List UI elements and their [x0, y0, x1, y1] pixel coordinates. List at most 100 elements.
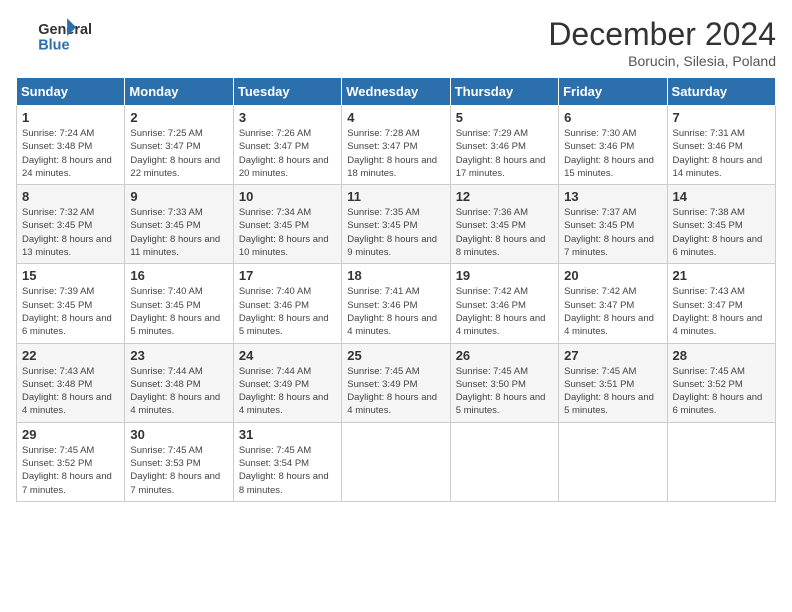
day-number: 7 [673, 110, 770, 125]
day-info: Sunrise: 7:26 AM Sunset: 3:47 PM Dayligh… [239, 127, 336, 180]
day-number: 2 [130, 110, 227, 125]
day-cell-31: 31 Sunrise: 7:45 AM Sunset: 3:54 PM Dayl… [233, 422, 341, 501]
day-info: Sunrise: 7:33 AM Sunset: 3:45 PM Dayligh… [130, 206, 227, 259]
day-info: Sunrise: 7:36 AM Sunset: 3:45 PM Dayligh… [456, 206, 553, 259]
calendar-week-2: 8 Sunrise: 7:32 AM Sunset: 3:45 PM Dayli… [17, 185, 776, 264]
day-cell-4: 4 Sunrise: 7:28 AM Sunset: 3:47 PM Dayli… [342, 106, 450, 185]
day-number: 28 [673, 348, 770, 363]
svg-text:Blue: Blue [38, 37, 69, 53]
day-cell-26: 26 Sunrise: 7:45 AM Sunset: 3:50 PM Dayl… [450, 343, 558, 422]
day-info: Sunrise: 7:44 AM Sunset: 3:49 PM Dayligh… [239, 365, 336, 418]
day-cell-14: 14 Sunrise: 7:38 AM Sunset: 3:45 PM Dayl… [667, 185, 775, 264]
weekday-header-row: Sunday Monday Tuesday Wednesday Thursday… [17, 78, 776, 106]
day-number: 15 [22, 268, 119, 283]
day-cell-18: 18 Sunrise: 7:41 AM Sunset: 3:46 PM Dayl… [342, 264, 450, 343]
day-info: Sunrise: 7:25 AM Sunset: 3:47 PM Dayligh… [130, 127, 227, 180]
header-friday: Friday [559, 78, 667, 106]
day-cell-11: 11 Sunrise: 7:35 AM Sunset: 3:45 PM Dayl… [342, 185, 450, 264]
day-info: Sunrise: 7:42 AM Sunset: 3:46 PM Dayligh… [456, 285, 553, 338]
day-number: 4 [347, 110, 444, 125]
day-number: 21 [673, 268, 770, 283]
day-number: 8 [22, 189, 119, 204]
day-info: Sunrise: 7:28 AM Sunset: 3:47 PM Dayligh… [347, 127, 444, 180]
day-cell-16: 16 Sunrise: 7:40 AM Sunset: 3:45 PM Dayl… [125, 264, 233, 343]
day-number: 23 [130, 348, 227, 363]
day-cell-24: 24 Sunrise: 7:44 AM Sunset: 3:49 PM Dayl… [233, 343, 341, 422]
calendar-week-4: 22 Sunrise: 7:43 AM Sunset: 3:48 PM Dayl… [17, 343, 776, 422]
day-info: Sunrise: 7:43 AM Sunset: 3:47 PM Dayligh… [673, 285, 770, 338]
day-cell-21: 21 Sunrise: 7:43 AM Sunset: 3:47 PM Dayl… [667, 264, 775, 343]
day-info: Sunrise: 7:43 AM Sunset: 3:48 PM Dayligh… [22, 365, 119, 418]
day-cell-10: 10 Sunrise: 7:34 AM Sunset: 3:45 PM Dayl… [233, 185, 341, 264]
day-info: Sunrise: 7:41 AM Sunset: 3:46 PM Dayligh… [347, 285, 444, 338]
day-cell-19: 19 Sunrise: 7:42 AM Sunset: 3:46 PM Dayl… [450, 264, 558, 343]
day-cell-20: 20 Sunrise: 7:42 AM Sunset: 3:47 PM Dayl… [559, 264, 667, 343]
empty-cell [667, 422, 775, 501]
day-cell-7: 7 Sunrise: 7:31 AM Sunset: 3:46 PM Dayli… [667, 106, 775, 185]
day-cell-27: 27 Sunrise: 7:45 AM Sunset: 3:51 PM Dayl… [559, 343, 667, 422]
day-info: Sunrise: 7:45 AM Sunset: 3:53 PM Dayligh… [130, 444, 227, 497]
day-cell-29: 29 Sunrise: 7:45 AM Sunset: 3:52 PM Dayl… [17, 422, 125, 501]
month-title: December 2024 [548, 16, 776, 53]
day-cell-5: 5 Sunrise: 7:29 AM Sunset: 3:46 PM Dayli… [450, 106, 558, 185]
day-number: 11 [347, 189, 444, 204]
day-info: Sunrise: 7:35 AM Sunset: 3:45 PM Dayligh… [347, 206, 444, 259]
header-saturday: Saturday [667, 78, 775, 106]
day-number: 6 [564, 110, 661, 125]
day-info: Sunrise: 7:44 AM Sunset: 3:48 PM Dayligh… [130, 365, 227, 418]
day-cell-13: 13 Sunrise: 7:37 AM Sunset: 3:45 PM Dayl… [559, 185, 667, 264]
day-info: Sunrise: 7:24 AM Sunset: 3:48 PM Dayligh… [22, 127, 119, 180]
day-info: Sunrise: 7:45 AM Sunset: 3:52 PM Dayligh… [22, 444, 119, 497]
day-number: 12 [456, 189, 553, 204]
day-info: Sunrise: 7:45 AM Sunset: 3:50 PM Dayligh… [456, 365, 553, 418]
day-number: 10 [239, 189, 336, 204]
day-info: Sunrise: 7:42 AM Sunset: 3:47 PM Dayligh… [564, 285, 661, 338]
day-number: 3 [239, 110, 336, 125]
day-number: 14 [673, 189, 770, 204]
day-info: Sunrise: 7:40 AM Sunset: 3:45 PM Dayligh… [130, 285, 227, 338]
calendar-week-1: 1 Sunrise: 7:24 AM Sunset: 3:48 PM Dayli… [17, 106, 776, 185]
day-number: 17 [239, 268, 336, 283]
header-tuesday: Tuesday [233, 78, 341, 106]
empty-cell [559, 422, 667, 501]
day-number: 5 [456, 110, 553, 125]
day-cell-23: 23 Sunrise: 7:44 AM Sunset: 3:48 PM Dayl… [125, 343, 233, 422]
day-cell-15: 15 Sunrise: 7:39 AM Sunset: 3:45 PM Dayl… [17, 264, 125, 343]
header-monday: Monday [125, 78, 233, 106]
day-info: Sunrise: 7:45 AM Sunset: 3:54 PM Dayligh… [239, 444, 336, 497]
day-cell-28: 28 Sunrise: 7:45 AM Sunset: 3:52 PM Dayl… [667, 343, 775, 422]
day-number: 26 [456, 348, 553, 363]
logo: General Blue [16, 16, 96, 56]
day-number: 9 [130, 189, 227, 204]
day-number: 25 [347, 348, 444, 363]
day-number: 29 [22, 427, 119, 442]
day-number: 31 [239, 427, 336, 442]
calendar-week-5: 29 Sunrise: 7:45 AM Sunset: 3:52 PM Dayl… [17, 422, 776, 501]
location-subtitle: Borucin, Silesia, Poland [548, 53, 776, 69]
day-number: 20 [564, 268, 661, 283]
calendar-table: Sunday Monday Tuesday Wednesday Thursday… [16, 77, 776, 502]
header-wednesday: Wednesday [342, 78, 450, 106]
day-cell-17: 17 Sunrise: 7:40 AM Sunset: 3:46 PM Dayl… [233, 264, 341, 343]
day-number: 13 [564, 189, 661, 204]
day-cell-12: 12 Sunrise: 7:36 AM Sunset: 3:45 PM Dayl… [450, 185, 558, 264]
day-info: Sunrise: 7:45 AM Sunset: 3:49 PM Dayligh… [347, 365, 444, 418]
day-cell-25: 25 Sunrise: 7:45 AM Sunset: 3:49 PM Dayl… [342, 343, 450, 422]
empty-cell [342, 422, 450, 501]
day-number: 19 [456, 268, 553, 283]
day-cell-8: 8 Sunrise: 7:32 AM Sunset: 3:45 PM Dayli… [17, 185, 125, 264]
day-info: Sunrise: 7:30 AM Sunset: 3:46 PM Dayligh… [564, 127, 661, 180]
header-thursday: Thursday [450, 78, 558, 106]
logo-icon: General Blue [16, 16, 96, 56]
day-info: Sunrise: 7:45 AM Sunset: 3:52 PM Dayligh… [673, 365, 770, 418]
day-number: 27 [564, 348, 661, 363]
day-info: Sunrise: 7:31 AM Sunset: 3:46 PM Dayligh… [673, 127, 770, 180]
page-header: General Blue December 2024 Borucin, Sile… [16, 16, 776, 69]
day-cell-3: 3 Sunrise: 7:26 AM Sunset: 3:47 PM Dayli… [233, 106, 341, 185]
day-info: Sunrise: 7:32 AM Sunset: 3:45 PM Dayligh… [22, 206, 119, 259]
day-number: 24 [239, 348, 336, 363]
day-number: 18 [347, 268, 444, 283]
day-info: Sunrise: 7:39 AM Sunset: 3:45 PM Dayligh… [22, 285, 119, 338]
day-cell-2: 2 Sunrise: 7:25 AM Sunset: 3:47 PM Dayli… [125, 106, 233, 185]
day-info: Sunrise: 7:45 AM Sunset: 3:51 PM Dayligh… [564, 365, 661, 418]
